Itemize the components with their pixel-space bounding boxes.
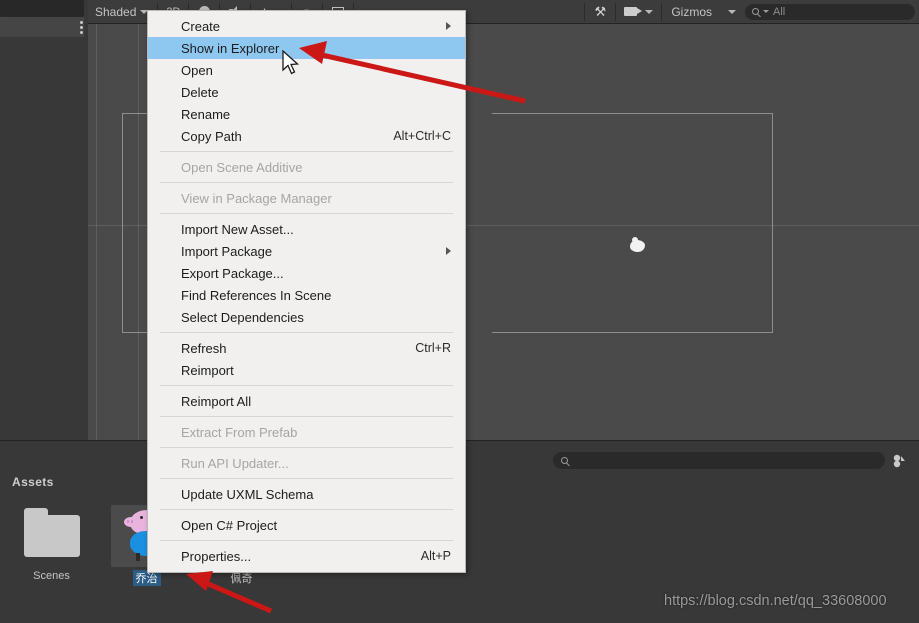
menu-item-find-references-in-scene[interactable]: Find References In Scene	[148, 284, 465, 306]
watermark-url: https://blog.csdn.net/qq_33608000	[664, 593, 887, 609]
hierarchy-header-bar	[0, 17, 84, 37]
menu-item-extract-from-prefab: Extract From Prefab	[148, 421, 465, 443]
menu-item-open-scene-additive: Open Scene Additive	[148, 156, 465, 178]
menu-item-view-in-package-manager: View in Package Manager	[148, 187, 465, 209]
menu-item-label: Run API Updater...	[181, 455, 289, 471]
menu-item-select-dependencies[interactable]: Select Dependencies	[148, 306, 465, 328]
draw-mode-dropdown[interactable]: Shaded	[88, 2, 155, 22]
hierarchy-panel[interactable]	[0, 0, 88, 440]
menu-item-label: Delete	[181, 84, 219, 100]
asset-thumbnail	[16, 505, 88, 567]
menu-item-label: Open	[181, 62, 213, 78]
menu-item-label: Import Package	[181, 243, 273, 259]
chevron-down-icon	[645, 9, 654, 14]
menu-item-label: Extract From Prefab	[181, 424, 298, 440]
menu-item-copy-path[interactable]: Copy Path Alt+Ctrl+C	[148, 125, 465, 147]
toolbar-separator	[615, 2, 617, 21]
menu-separator	[160, 151, 453, 152]
menu-item-label: Open Scene Additive	[181, 159, 303, 175]
menu-item-import-package[interactable]: Import Package	[148, 240, 465, 262]
chevron-right-icon	[446, 22, 451, 30]
menu-item-label: Find References In Scene	[181, 287, 332, 303]
menu-item-shortcut: Ctrl+R	[415, 341, 451, 355]
menu-separator	[160, 182, 453, 183]
camera-icon	[624, 7, 643, 16]
project-breadcrumb-assets[interactable]: Assets	[12, 475, 54, 489]
menu-item-label: Rename	[181, 106, 231, 122]
search-icon	[752, 8, 759, 15]
menu-item-open[interactable]: Open	[148, 59, 465, 81]
mouse-cursor-icon	[282, 50, 300, 75]
menu-separator	[160, 447, 453, 448]
menu-item-rename[interactable]: Rename	[148, 103, 465, 125]
menu-item-reimport[interactable]: Reimport	[148, 359, 465, 381]
search-filter-chevron-icon	[763, 10, 769, 13]
asset-context-menu[interactable]: Create Show in Explorer Open Delete Rename Co…	[147, 10, 466, 573]
menu-item-import-new-asset[interactable]: Import New Asset...	[148, 218, 465, 240]
menu-item-export-package[interactable]: Export Package...	[148, 262, 465, 284]
menu-separator	[160, 478, 453, 479]
menu-item-shortcut: Alt+P	[420, 549, 451, 563]
menu-item-properties[interactable]: Properties... Alt+P	[148, 545, 465, 567]
menu-item-label: Open C# Project	[181, 517, 278, 533]
scene-grid-line	[96, 24, 97, 440]
scene-tools-button[interactable]: ⚒	[587, 2, 613, 22]
scene-search-field[interactable]: All	[745, 3, 915, 20]
menu-item-delete[interactable]: Delete	[148, 81, 465, 103]
panel-options-kebab-icon[interactable]	[80, 21, 83, 34]
menu-item-shortcut: Alt+Ctrl+C	[393, 129, 451, 143]
project-search-input[interactable]	[553, 452, 885, 469]
folder-icon	[23, 508, 80, 557]
menu-item-open-c-project[interactable]: Open C# Project	[148, 514, 465, 536]
menu-item-label: Select Dependencies	[181, 309, 304, 325]
toolbar-separator	[584, 2, 586, 21]
gizmos-dropdown[interactable]: Gizmos	[664, 2, 719, 22]
gizmos-dropdown-arrow-button[interactable]	[719, 2, 745, 22]
menu-item-label: Copy Path	[181, 128, 242, 144]
menu-item-label: Refresh	[181, 340, 227, 356]
menu-item-label: Reimport All	[181, 393, 252, 409]
tools-icon: ⚒	[594, 3, 607, 19]
menu-separator	[160, 540, 453, 541]
chevron-down-icon	[728, 9, 736, 14]
menu-item-label: Create	[181, 18, 221, 34]
chevron-right-icon	[446, 247, 451, 255]
asset-filter-icon	[893, 454, 905, 467]
camera-dropdown-button[interactable]	[618, 2, 659, 22]
hierarchy-search-field[interactable]	[0, 0, 84, 17]
menu-item-label: View in Package Manager	[181, 190, 332, 206]
menu-item-show-in-explorer[interactable]: Show in Explorer	[148, 37, 465, 59]
menu-separator	[160, 509, 453, 510]
camera-frame-gizmo	[492, 113, 773, 333]
gizmos-label: Gizmos	[671, 4, 712, 19]
menu-item-label: Export Package...	[181, 265, 284, 281]
menu-separator	[160, 332, 453, 333]
toolbar-separator	[661, 2, 663, 21]
menu-item-label: Update UXML Schema	[181, 486, 314, 502]
search-icon	[561, 457, 568, 464]
menu-item-run-api-updater: Run API Updater...	[148, 452, 465, 474]
menu-item-reimport-all[interactable]: Reimport All	[148, 390, 465, 412]
menu-item-label: Reimport	[181, 362, 234, 378]
menu-item-create[interactable]: Create	[148, 15, 465, 37]
asset-label: Scenes	[33, 570, 70, 582]
menu-separator	[160, 416, 453, 417]
menu-item-update-uxml-schema[interactable]: Update UXML Schema	[148, 483, 465, 505]
scene-search-placeholder: All	[773, 5, 786, 18]
menu-item-label: Import New Asset...	[181, 221, 294, 237]
asset-item-scenes[interactable]: Scenes	[14, 505, 89, 586]
draw-mode-label: Shaded	[95, 4, 137, 19]
unity-editor-window: Shaded 2D ✦ ⚭	[0, 0, 919, 623]
menu-item-label: Properties...	[181, 548, 252, 564]
menu-item-label: Show in Explorer	[181, 40, 280, 56]
menu-separator	[160, 213, 453, 214]
menu-separator	[160, 385, 453, 386]
project-filter-button[interactable]	[889, 451, 909, 470]
menu-item-refresh[interactable]: Refresh Ctrl+R	[148, 337, 465, 359]
